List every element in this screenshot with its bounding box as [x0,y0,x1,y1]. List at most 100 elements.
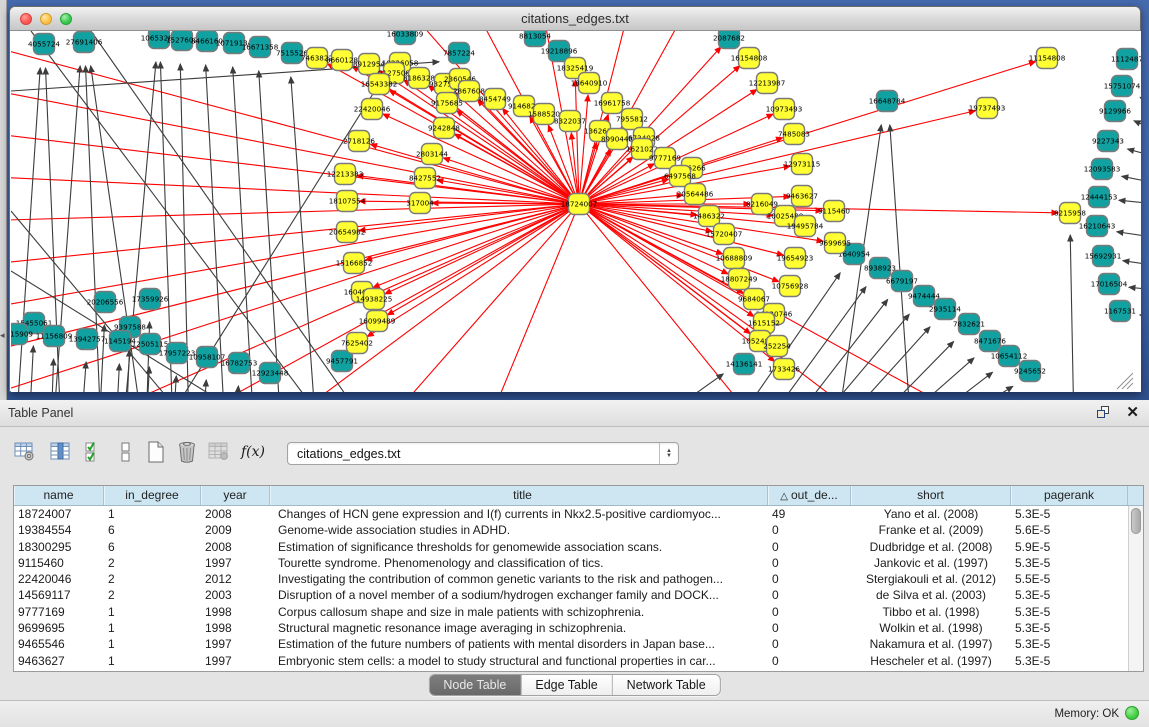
table-cell: 1 [104,653,201,669]
svg-text:1112487: 1112487 [1111,55,1141,64]
graph-node-selected[interactable]: 12213383 [327,164,364,185]
table-row[interactable]: 1456911722003Disruption of a novel membe… [14,587,1128,603]
graph-node[interactable]: 20206556 [87,292,124,313]
table-column-icon[interactable] [48,438,74,466]
graph-node-selected[interactable]: 9115460 [818,201,850,222]
selected-edge [371,204,579,392]
table-row[interactable]: 969969511998Structural magnetic resonanc… [14,620,1128,636]
table-cell: 6 [104,522,201,538]
graph-node-selected[interactable]: 20654982 [329,222,366,243]
close-panel-icon[interactable]: ✕ [1126,403,1139,421]
graph-node[interactable]: 16648784 [869,91,906,112]
graph-node[interactable]: 27691406 [66,32,103,53]
delete-table-icon[interactable] [206,438,232,466]
table-cell: 9699695 [14,620,104,636]
table-row[interactable]: 1830029562008Estimation of significance … [14,539,1128,555]
table-cell: 2008 [201,539,270,555]
table-cell: 2009 [201,522,270,538]
graph-node-selected[interactable]: 317004 [406,193,434,214]
table-selector-dropdown[interactable]: citations_edges.txt ▲▼ [287,442,679,465]
canvas-resize-grip[interactable] [1127,383,1133,389]
graph-node[interactable]: 8813054 [519,31,551,47]
table-row[interactable]: 977716911998Corpus callosum shape and si… [14,604,1128,620]
svg-text:12973115: 12973115 [784,160,821,169]
column-header-in_degree[interactable]: in_degree [104,486,201,505]
graph-node-selected[interactable]: 15166852 [336,253,373,274]
graph-node-selected[interactable]: 9463627 [786,186,818,207]
graph-node-selected[interactable]: 19737493 [969,98,1006,119]
graph-node[interactable]: 15751074 [1104,76,1141,97]
graph-node[interactable]: 9227343 [1092,131,1124,152]
graph-node-selected[interactable]: 19654923 [777,248,814,269]
svg-text:18325419: 18325419 [557,64,594,73]
svg-text:10973493: 10973493 [766,105,803,114]
table-cell: 5.6E-5 [1011,522,1128,538]
tab-edge-table[interactable]: Edge Table [520,675,611,695]
application-background: ◂ citations_edges.txt 4055724 27691406 106… [0,0,1149,400]
graph-node[interactable]: 4055724 [28,34,60,55]
graph-node[interactable]: 12093583 [1084,159,1121,180]
graph-node[interactable]: 17016504 [1091,274,1128,295]
graph-node-selected[interactable]: 252254 [763,336,791,357]
table-row[interactable]: 2242004622012Investigating the contribut… [14,571,1128,587]
table-row[interactable]: 946362711997Embryonic stem cells: a mode… [14,653,1128,669]
tab-network-table[interactable]: Network Table [612,675,720,695]
column-header-pagerank[interactable]: pagerank [1011,486,1128,505]
graph-node-selected[interactable]: 10973493 [766,99,803,120]
function-builder-icon[interactable]: f(x) [240,438,266,466]
unselected-edge [236,386,238,392]
column-header-out_de[interactable]: △out_de... [768,486,851,505]
table-row[interactable]: 1872400712008Changes of HCN gene express… [14,506,1128,522]
graph-node[interactable]: 17359926 [132,289,169,310]
graph-node-selected[interactable]: 8215958 [1054,203,1086,224]
table-row[interactable]: 1938455462009Genome-wide association stu… [14,522,1128,538]
panel-collapse-arrow-icon[interactable]: ◂ [0,330,5,341]
tab-node-table[interactable]: Node Table [429,675,520,695]
table-cell: 0 [768,571,851,587]
svg-text:8454749: 8454749 [479,95,511,104]
graph-node-selected[interactable]: 10756928 [772,276,809,297]
graph-node-selected[interactable]: 12973115 [784,154,821,175]
graph-node[interactable]: 2087682 [713,31,745,49]
graph-node[interactable]: 12444153 [1081,187,1118,208]
graph-node-selected[interactable]: 7485083 [778,124,810,145]
table-cell: 2 [104,571,201,587]
graph-node[interactable]: 9129966 [1099,101,1131,122]
table-row[interactable]: 946554611997Estimation of the future num… [14,636,1128,652]
network-canvas[interactable]: 4055724276914061065328715276028466160107… [11,31,1141,392]
column-header-name[interactable]: name [14,486,104,505]
graph-node[interactable]: 14136141 [726,354,763,375]
graph-node[interactable]: 16033809 [387,31,424,45]
graph-node-selected[interactable]: 11154808 [1029,48,1066,69]
control-panel-collapsed-strip[interactable]: ◂ [0,0,7,400]
graph-node[interactable]: 7857224 [443,43,475,64]
canvas-resize-grip[interactable] [1122,378,1133,389]
unselected-edge [1129,287,1141,289]
svg-text:12505115: 12505115 [132,340,169,349]
graph-node[interactable]: 13942757 [69,329,106,350]
table-row[interactable]: 911546021997Tourette syndrome. Phenomeno… [14,555,1128,571]
table-cell: 0 [768,620,851,636]
table-selector-value: citations_edges.txt [297,447,401,461]
graph-node[interactable]: 15692931 [1085,246,1122,267]
new-column-icon[interactable] [143,438,169,466]
graph-node-selected[interactable]: 16154808 [731,48,768,69]
graph-node-selected[interactable]: 12213987 [749,73,786,94]
graph-node[interactable]: 16210643 [1079,216,1116,237]
delete-column-icon[interactable] [174,438,200,466]
row-height-icon[interactable] [113,438,139,466]
column-header-short[interactable]: short [851,486,1011,505]
graph-node[interactable]: 7832621 [953,314,985,335]
network-window-titlebar[interactable]: citations_edges.txt [10,7,1140,31]
table-scrollbar[interactable] [1128,506,1143,671]
column-header-title[interactable]: title [270,486,768,505]
select-columns-icon[interactable] [82,438,108,466]
table-settings-icon[interactable] [12,438,38,466]
graph-node[interactable]: 1112487 [1111,49,1141,70]
float-panel-icon[interactable] [1097,406,1111,420]
graph-node[interactable]: 1167531 [1104,301,1136,322]
graph-node-selected[interactable]: 1733426 [768,359,800,380]
graph-node-selected[interactable]: 10688809 [716,248,753,269]
column-header-year[interactable]: year [201,486,270,505]
table-scrollbar-thumb[interactable] [1131,508,1141,534]
